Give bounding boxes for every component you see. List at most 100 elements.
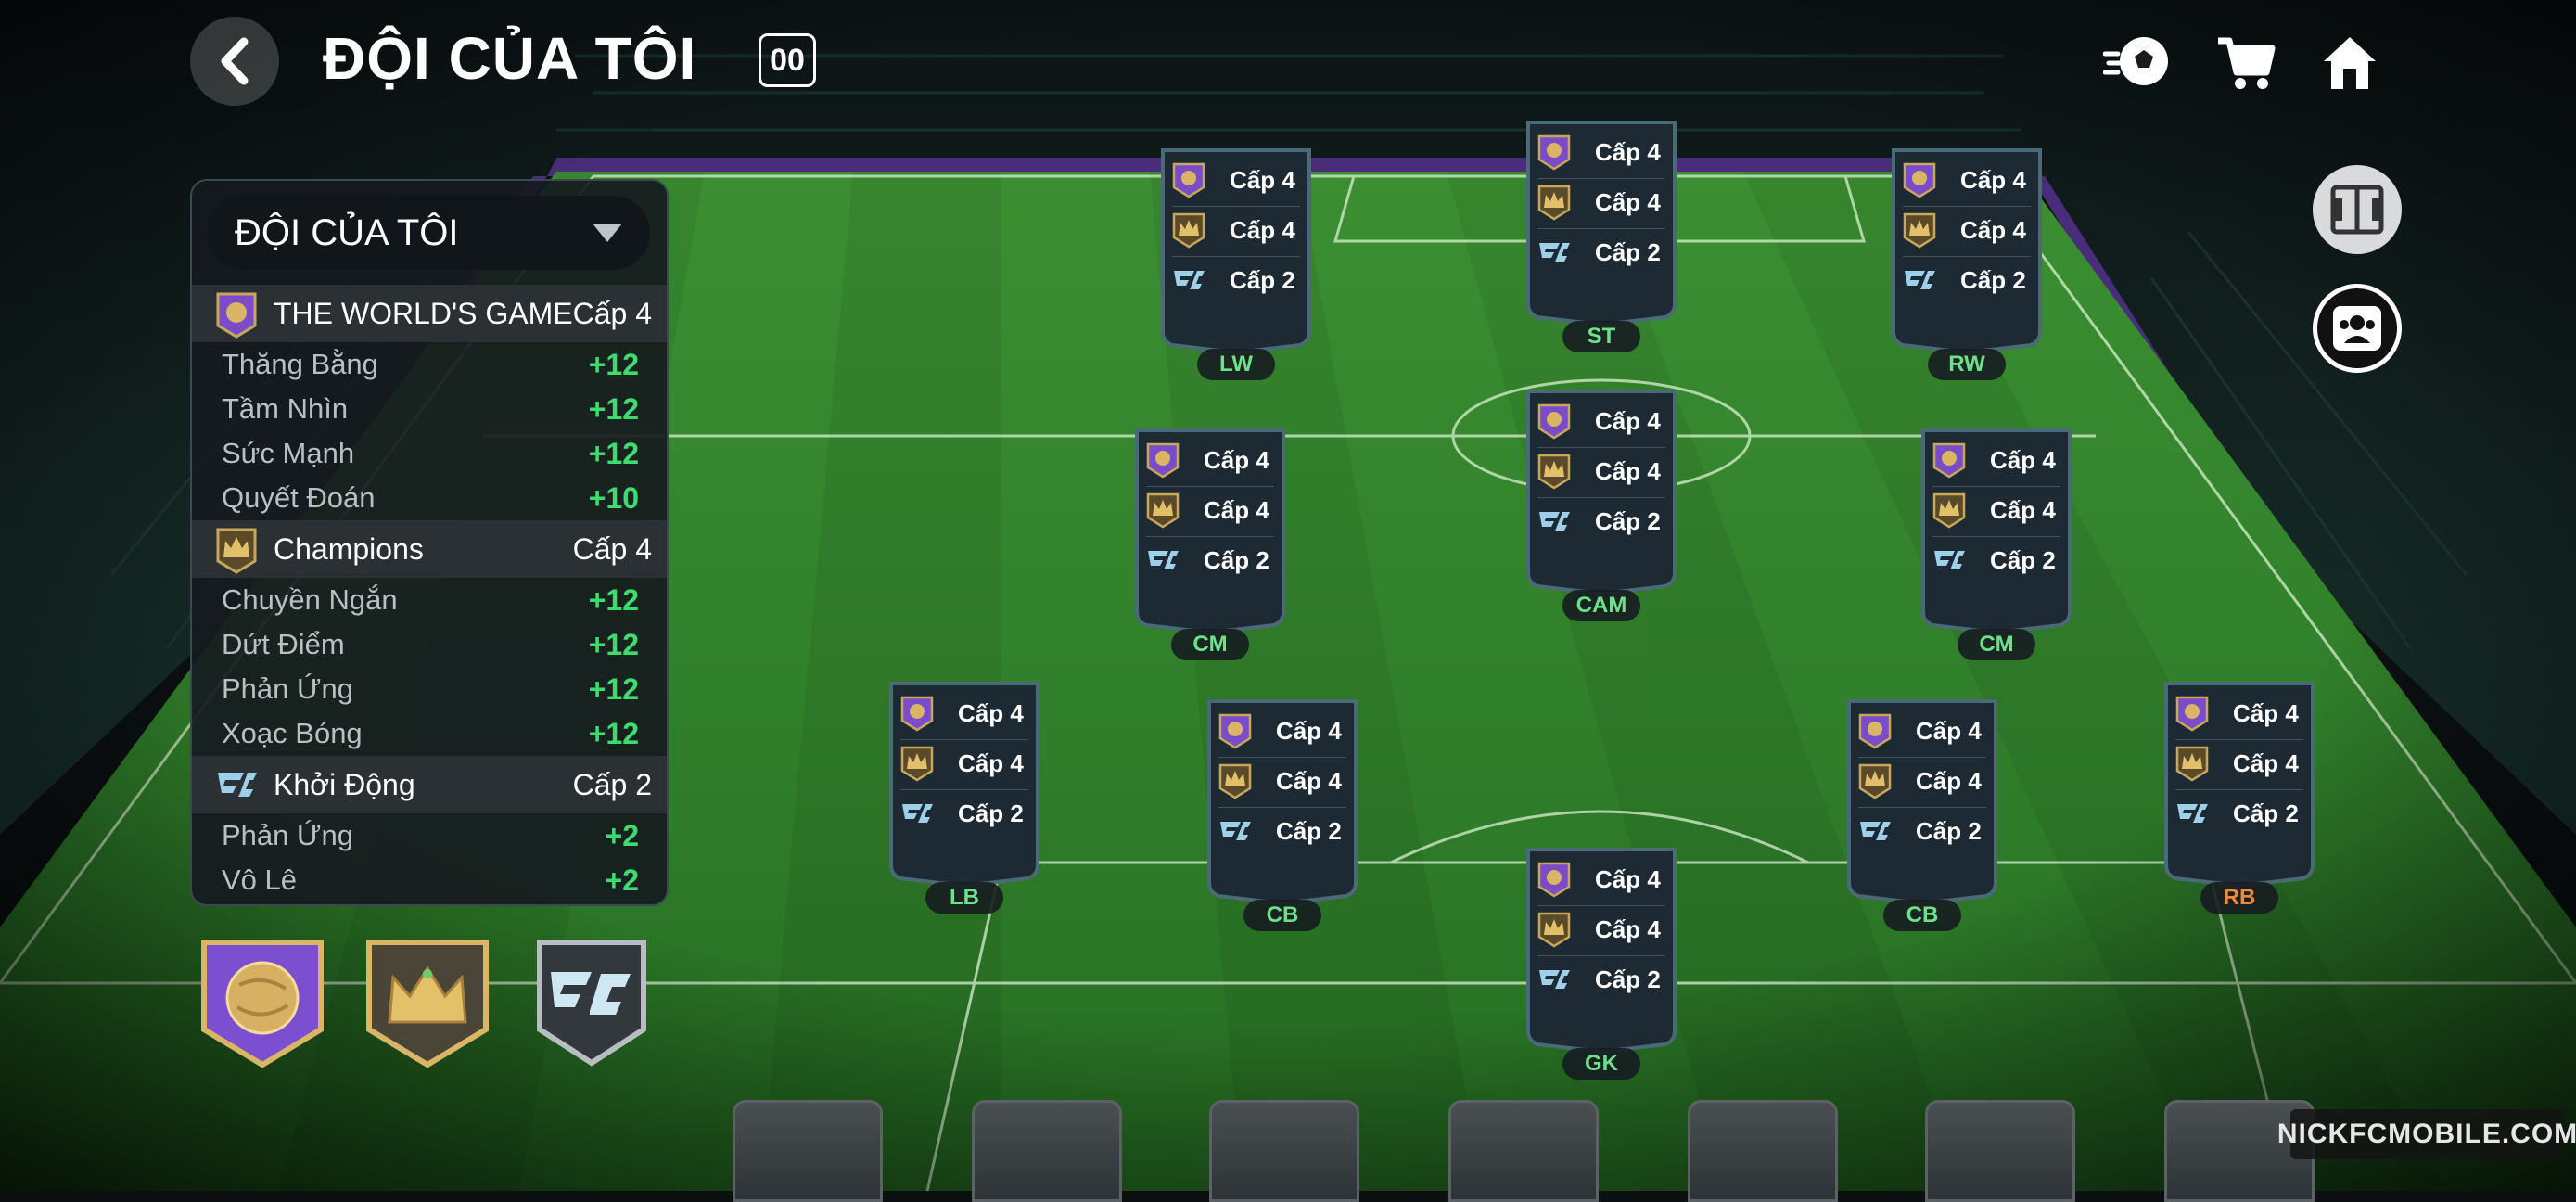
fc-icon <box>1220 822 1251 840</box>
fc-icon <box>1860 822 1891 840</box>
bench-slot[interactable] <box>972 1100 1122 1202</box>
champions-crown-emblem-icon[interactable] <box>362 937 493 1068</box>
chemistry-list[interactable]: THE WORLD'S GAME Cấp 4 Thăng Bằng +12 Tầm… <box>192 285 667 902</box>
store-button[interactable] <box>2209 26 2283 100</box>
player-card[interactable]: Cấp 4 Cấp 4 Cấp 2 GK <box>1523 846 1680 1080</box>
stat-value: +12 <box>588 628 639 661</box>
fc-emblem-icon[interactable] <box>534 937 649 1068</box>
player-card[interactable]: Cấp 4 Cấp 4 Cấp 2 ST <box>1523 119 1680 352</box>
formation-button[interactable] <box>2313 165 2402 254</box>
bench-slot[interactable] <box>1688 1100 1838 1202</box>
player-card[interactable]: Cấp 4 Cấp 4 Cấp 2 CB <box>1204 697 1361 931</box>
ball-button[interactable] <box>2101 26 2175 100</box>
row-divider <box>1146 486 1274 487</box>
row-divider <box>1537 447 1665 448</box>
ball-icon <box>2103 37 2168 85</box>
row-divider <box>1932 536 2060 537</box>
watermark: NICKFCMOBILE.COM <box>2277 1109 2576 1159</box>
player-card[interactable]: Cấp 4 Cấp 4 Cấp 2 RW <box>1888 147 2046 380</box>
stat-row: Vô Lê +2 <box>192 858 667 902</box>
stat-row: Sức Mạnh +12 <box>192 431 667 476</box>
chemistry-row: Cấp 2 <box>899 793 1034 834</box>
row-divider <box>2175 789 2303 790</box>
team-dropdown[interactable]: ĐỘI CỦA TÔI <box>207 196 650 270</box>
chemistry-row: Cấp 4 <box>1170 210 1306 250</box>
chemistry-level: Cấp 2 <box>1595 965 1661 993</box>
row-divider <box>1537 497 1665 498</box>
row-divider <box>1858 807 1986 808</box>
world-game-icon <box>1537 403 1571 440</box>
player-card[interactable]: Cấp 4 Cấp 4 Cấp 2 CM <box>1918 427 2075 660</box>
crown-icon <box>1172 212 1205 249</box>
chemistry-level: Cấp 4 <box>1204 495 1269 524</box>
row-divider <box>1903 206 2031 207</box>
chemistry-level: Cấp 2 <box>958 799 1024 827</box>
chemistry-level: Cấp 4 <box>1990 445 2056 474</box>
crown-icon <box>1537 454 1571 490</box>
bench-slot[interactable] <box>1448 1100 1599 1202</box>
chemistry-row: Cấp 2 <box>1901 260 2036 300</box>
chemistry-row: Cấp 4 <box>899 743 1034 784</box>
stat-name: Vô Lê <box>222 863 298 896</box>
chemistry-row: Cấp 2 <box>1536 959 1671 1000</box>
player-card[interactable]: Cấp 4 Cấp 4 Cấp 2 CB <box>1843 697 2001 931</box>
home-button[interactable] <box>2313 26 2387 100</box>
position-badge: CM <box>1958 629 2035 660</box>
team-button[interactable] <box>2313 284 2402 373</box>
bench-slot[interactable] <box>1925 1100 2075 1202</box>
chemistry-row: Cấp 4 <box>1170 160 1306 200</box>
chemistry-row: Cấp 2 <box>1536 501 1671 542</box>
chemistry-row: Cấp 4 <box>1217 710 1352 751</box>
crown-icon <box>1146 492 1180 529</box>
position-badge: CB <box>1243 900 1321 931</box>
position-badge: LW <box>1197 349 1275 380</box>
world-game-icon <box>1932 442 1966 479</box>
player-card[interactable]: Cấp 4 Cấp 4 Cấp 2 LB <box>886 680 1043 914</box>
stat-name: Thăng Bằng <box>222 348 378 380</box>
row-divider <box>1932 486 2060 487</box>
stat-value: +2 <box>605 819 639 852</box>
player-card[interactable]: Cấp 4 Cấp 4 Cấp 2 RB <box>2161 680 2318 914</box>
stat-value: +12 <box>588 437 639 470</box>
stat-value: +12 <box>588 348 639 381</box>
team-chemistry-panel: ĐỘI CỦA TÔI THE WORLD'S GAME Cấp 4 Thăng… <box>190 179 669 906</box>
chemistry-row: Cấp 4 <box>1536 451 1671 492</box>
chemistry-level: Cấp 4 <box>1595 864 1661 893</box>
chemistry-level: Cấp 4 <box>1595 187 1661 216</box>
group-name: Khởi Động <box>274 767 415 801</box>
back-button[interactable] <box>190 17 279 106</box>
stat-name: Phản Ứng <box>222 819 353 851</box>
position-badge: GK <box>1562 1048 1640 1080</box>
chemistry-level: Cấp 2 <box>1595 237 1661 266</box>
chemistry-level: Cấp 4 <box>1595 914 1661 943</box>
chemistry-level: Cấp 4 <box>1230 215 1295 244</box>
chemistry-row: Cấp 4 <box>1901 160 2036 200</box>
chemistry-group[interactable]: Khởi Động Cấp 2 <box>192 756 667 813</box>
chemistry-group[interactable]: THE WORLD'S GAME Cấp 4 <box>192 285 667 342</box>
stat-row: Quyết Đoán +10 <box>192 476 667 520</box>
chemistry-row: Cấp 2 <box>1856 811 1992 851</box>
chemistry-level: Cấp 4 <box>2233 748 2299 777</box>
stat-name: Dứt Điểm <box>222 628 345 660</box>
chemistry-level: Cấp 4 <box>1230 165 1295 194</box>
bench-slot[interactable] <box>733 1100 883 1202</box>
player-card[interactable]: Cấp 4 Cấp 4 Cấp 2 CAM <box>1523 388 1680 621</box>
dropdown-label: ĐỘI CỦA TÔI <box>235 211 459 253</box>
world-game-emblem-icon[interactable] <box>197 937 328 1068</box>
stat-value: +12 <box>588 392 639 426</box>
chemistry-level: Cấp 4 <box>1595 456 1661 485</box>
page-title: ĐỘI CỦA TÔI <box>323 25 697 92</box>
chemistry-level: Cấp 4 <box>1960 165 2026 194</box>
chevron-down-icon <box>593 224 622 242</box>
stat-name: Chuyền Ngắn <box>222 583 398 616</box>
chemistry-row: Cấp 4 <box>1536 182 1671 223</box>
back-icon <box>221 37 249 85</box>
player-card[interactable]: Cấp 4 Cấp 4 Cấp 2 CM <box>1131 427 1289 660</box>
chemistry-group[interactable]: Champions Cấp 4 <box>192 520 667 578</box>
bench-slot[interactable] <box>1209 1100 1359 1202</box>
stat-row: Thăng Bằng +12 <box>192 342 667 387</box>
player-card[interactable]: Cấp 4 Cấp 4 Cấp 2 LW <box>1157 147 1315 380</box>
stat-name: Quyết Đoán <box>222 481 376 514</box>
crown-icon <box>1858 763 1892 799</box>
home-icon <box>2324 37 2376 89</box>
